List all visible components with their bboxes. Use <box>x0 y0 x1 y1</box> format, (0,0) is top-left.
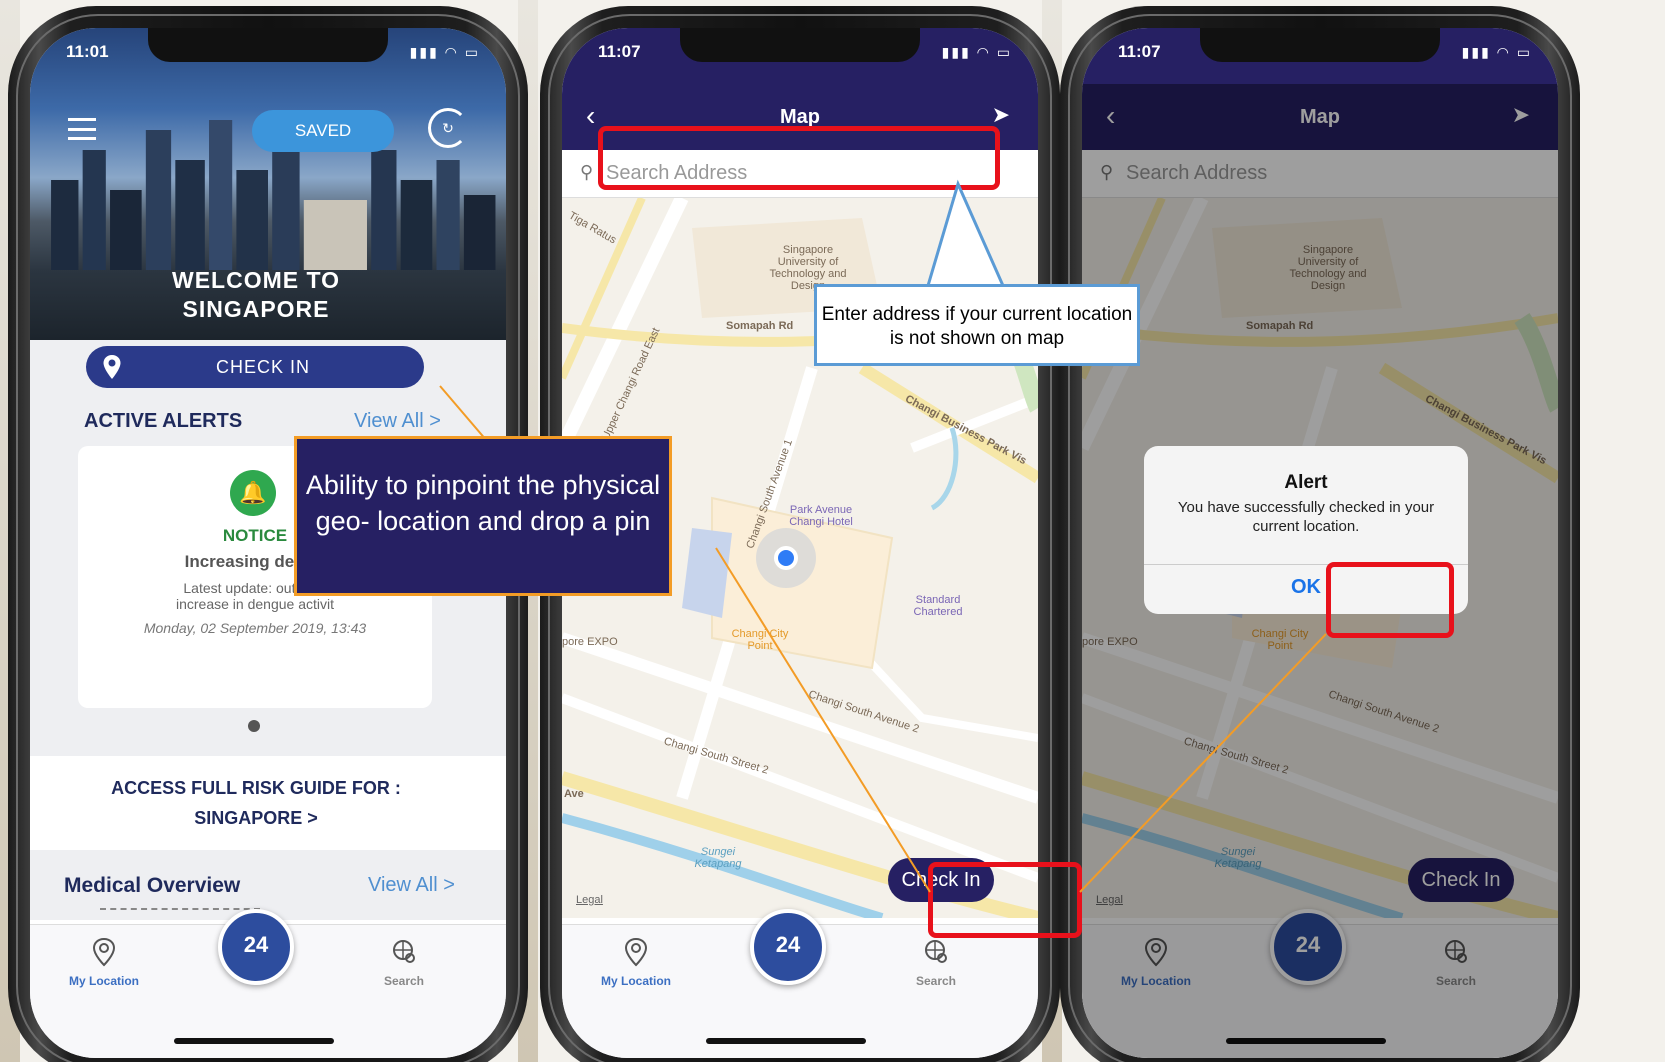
risk-guide-line-1: ACCESS FULL RISK GUIDE FOR : <box>111 778 401 798</box>
highlight-check-in-button <box>928 862 1082 938</box>
tab-my-location-label: My Location <box>600 974 671 988</box>
navigation-arrow-icon[interactable]: ➤ <box>992 102 1010 128</box>
current-location-halo <box>756 528 816 588</box>
home-indicator <box>174 1038 334 1044</box>
tab-search[interactable]: Search <box>876 937 996 988</box>
medical-overview-title: Medical Overview <box>64 874 241 897</box>
tab-bar: My Location 24 Search <box>30 909 506 1058</box>
status-time: 11:07 <box>598 42 641 61</box>
home-indicator <box>706 1038 866 1044</box>
highlight-search-address <box>598 126 1000 190</box>
check-in-label: CHECK IN <box>215 357 310 377</box>
bell-icon: 🔔 <box>230 470 276 516</box>
legal-link[interactable]: Legal <box>576 894 603 906</box>
pinpoint-callout: Ability to pinpoint the physical geo- lo… <box>294 436 672 596</box>
menu-icon[interactable] <box>68 118 96 140</box>
confirmation-screen: 11:07 ▮▮▮ ◠ ▭ ‹ Map ➤ ⚲ Search Address S… <box>1082 28 1558 1058</box>
medical-view-all-link[interactable]: View All > <box>368 874 455 897</box>
tab-search-label: Search <box>915 974 957 988</box>
tab-search[interactable]: Search <box>344 937 464 988</box>
map-label-expo: pore EXPO <box>562 636 618 648</box>
tab-my-location-label: My Location <box>68 974 139 988</box>
map-label-sungei-ketapang: Sungei Ketapang <box>694 846 742 870</box>
emergency-call-24-button[interactable]: 24 <box>218 909 294 985</box>
check-in-button[interactable]: CHECK IN <box>86 346 424 388</box>
search-icon: ⚲ <box>580 162 594 182</box>
map-label-park-avenue: Park Avenue Changi Hotel <box>789 504 853 528</box>
welcome-line-2: SINGAPORE <box>182 296 330 322</box>
risk-guide-link[interactable]: ACCESS FULL RISK GUIDE FOR : SINGAPORE > <box>30 756 506 850</box>
globe-search-icon <box>393 940 415 963</box>
alert-date: Monday, 02 September 2019, 13:43 <box>143 620 367 636</box>
notch <box>1200 28 1440 62</box>
map-label-somapah: Somapah Rd <box>726 320 794 332</box>
emergency-call-24-button[interactable]: 24 <box>750 909 826 985</box>
location-pin-icon <box>92 937 116 967</box>
active-alerts-title: ACTIVE ALERTS <box>84 410 243 432</box>
signal-wifi-battery-icon: ▮▮▮ ◠ ▭ <box>1461 44 1532 60</box>
tab-bar: My Location 24 Search <box>562 909 1038 1058</box>
globe-search-icon <box>925 940 947 963</box>
alerts-view-all-link[interactable]: View All > <box>354 410 441 433</box>
emergency-24-label: 24 <box>243 932 269 957</box>
address-callout: Enter address if your current location i… <box>814 284 1140 366</box>
signal-wifi-battery-icon: ▮▮▮ ◠ ▭ <box>409 44 480 60</box>
location-pin-icon <box>624 937 648 967</box>
welcome-title: WELCOME TO SINGAPORE <box>30 266 482 324</box>
map-label-standard-chartered: Standard Chartered <box>913 594 963 618</box>
current-location-dot <box>774 546 798 570</box>
notch <box>148 28 388 62</box>
signal-wifi-battery-icon: ▮▮▮ ◠ ▭ <box>941 44 1012 60</box>
composite-screenshot: 11:01 ▮▮▮ ◠ ▭ SAVED ↻ WELCOME TO SINGAPO… <box>0 0 1665 1062</box>
dialog-title: Alert <box>1284 472 1328 493</box>
highlight-ok-button <box>1326 562 1454 638</box>
carousel-dot[interactable] <box>248 720 260 732</box>
tab-my-location[interactable]: My Location <box>44 937 164 988</box>
notch <box>680 28 920 62</box>
dialog-message: You have successfully checked in your cu… <box>1177 499 1435 535</box>
refresh-icon[interactable]: ↻ <box>428 108 468 148</box>
risk-guide-line-2: SINGAPORE > <box>194 808 318 828</box>
tab-search-label: Search <box>383 974 425 988</box>
emergency-24-label: 24 <box>775 932 801 957</box>
tab-my-location[interactable]: My Location <box>576 937 696 988</box>
map-label-changi-city-point: Changi City Point <box>731 628 789 652</box>
phone-frame-confirmation: 11:07 ▮▮▮ ◠ ▭ ‹ Map ➤ ⚲ Search Address S… <box>1060 6 1580 1062</box>
status-time: 11:07 <box>1118 42 1161 61</box>
status-time: 11:01 <box>66 42 109 61</box>
map-label-ave: Ave <box>564 788 584 800</box>
alert-text-line-2: increase in dengue activit <box>176 596 334 612</box>
welcome-line-1: WELCOME TO <box>171 267 340 293</box>
saved-button[interactable]: SAVED <box>252 110 394 152</box>
